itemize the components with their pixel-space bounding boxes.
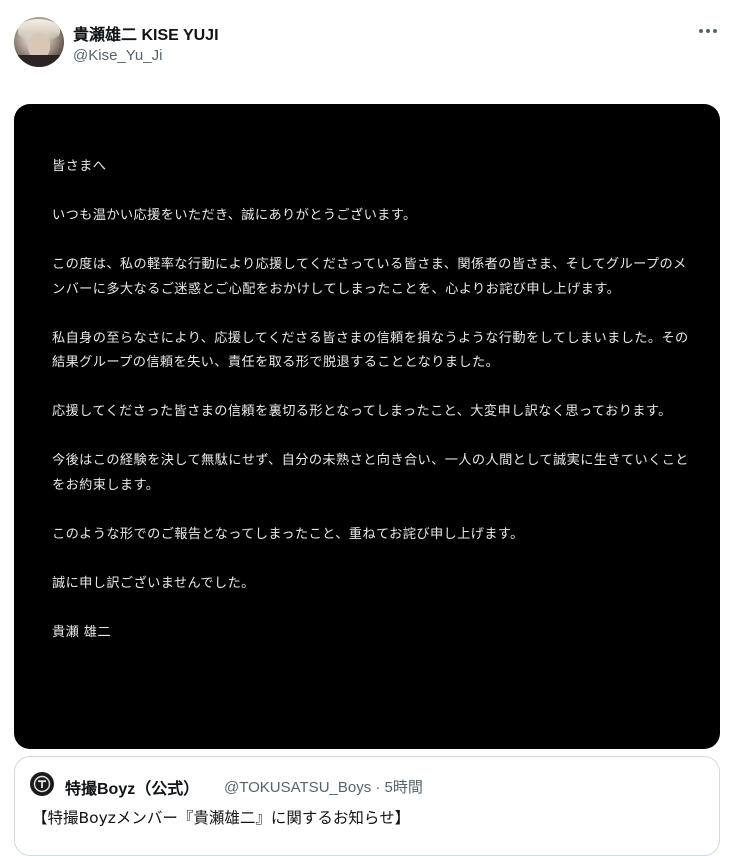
more-horizontal-icon [713,29,717,33]
attached-image[interactable]: 皆さまへ いつも温かい応援をいただき、誠にありがとうございます。 この度は、私の… [14,104,720,749]
display-name[interactable]: 貴瀬雄二 KISE YUJI [73,21,219,45]
letter-paragraph: 応援してくださった皆さまの信頼を裏切る形となってしまったこと、大変申し訳なく思っ… [52,404,672,419]
profile-avatar[interactable] [14,17,64,67]
more-horizontal-icon [699,29,703,33]
quoted-handle-time: @TOKUSATSU_Boys · 5時間 [224,779,423,796]
letter-paragraph: 誠に申し訳ございませんでした。 [52,575,255,591]
letter-paragraph: このような形でのご報告となってしまったこと、重ねてお詫び申し上げます。 [52,526,524,542]
quoted-tweet[interactable]: 特撮Boyz（公式） @TOKUSATSU_Boys · 5時間 【特撮Boyz… [14,756,720,856]
letter-paragraph: いつも温かい応援をいただき、誠にありがとうございます。 [52,208,417,223]
quoted-display-name[interactable]: 特撮Boyz（公式） [65,775,199,799]
user-handle[interactable]: @Kise_Yu_Ji [73,47,162,64]
tweet-header: 貴瀬雄二 KISE YUJI @Kise_Yu_Ji [0,0,738,90]
more-options-button[interactable] [694,20,722,42]
letter-paragraph: 皆さまへ [52,159,107,174]
more-horizontal-icon [706,29,710,33]
letter-signature: 貴瀬 雄二 [52,624,111,640]
apology-letter: 皆さまへ いつも温かい応援をいただき、誠にありがとうございます。 この度は、私の… [52,155,692,670]
tokusatsu-logo-icon [33,775,51,793]
letter-paragraph: この度は、私の軽率な行動により応援してくださっている皆さま、関係者の皆さま、そし… [52,257,687,297]
quoted-avatar[interactable] [30,772,54,796]
quoted-text: 【特撮Boyzメンバー『貴瀬雄二』に関するお知らせ】 [32,809,411,827]
letter-paragraph: 私自身の至らなさにより、応援してくださる皆さまの信頼を損なうような行動をしてしま… [52,330,689,371]
avatar-shoulders [14,55,64,67]
letter-paragraph: 今後はこの経験を決して無駄にせず、自分の未熟さと向き合い、一人の人間として誠実に… [52,453,689,493]
